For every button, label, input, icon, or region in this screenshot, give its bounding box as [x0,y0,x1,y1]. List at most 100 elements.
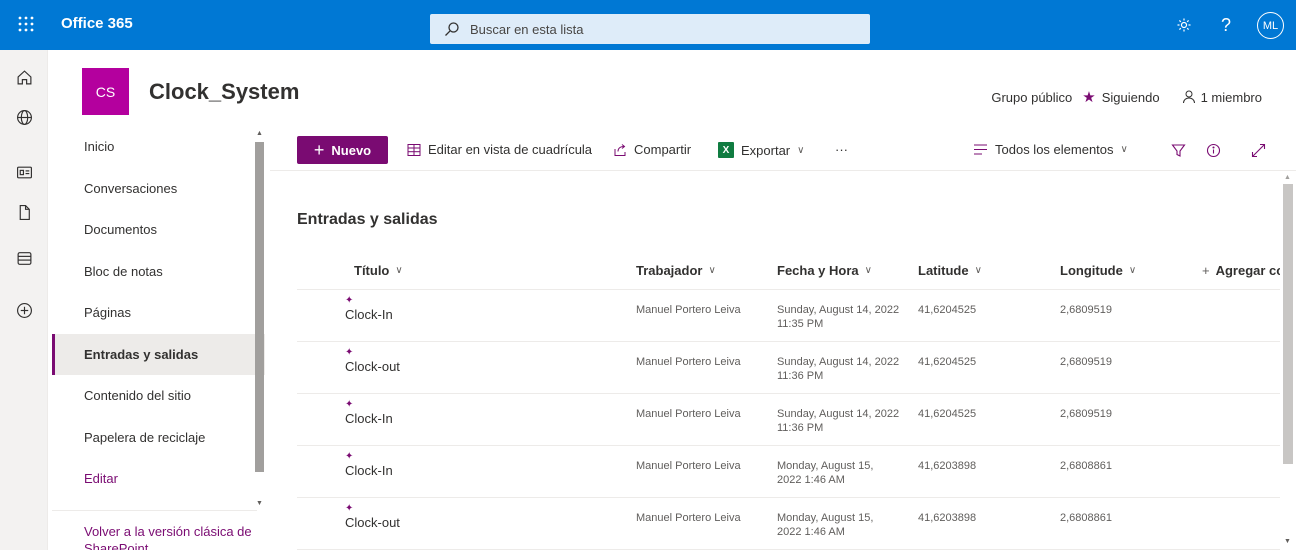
title-cell[interactable]: ✦ Clock-In [345,399,393,427]
chevron-down-icon: ∨ [797,144,805,156]
new-button[interactable]: + Nuevo [297,136,388,164]
column-label: Fecha y Hora [777,263,859,278]
avatar[interactable]: ML [1257,12,1284,39]
suite-title[interactable]: Office 365 [61,15,133,32]
table-row[interactable]: ✦ Clock-out Manuel Portero Leiva Sunday, … [297,342,1280,394]
more-label: ··· [835,142,848,157]
globe-icon[interactable] [12,105,36,129]
longitude-cell: 2,6808861 [1060,512,1112,524]
nav-edit-link[interactable]: Editar [52,458,265,500]
expand-icon[interactable] [1247,139,1269,161]
date-line: Sunday, August 14, 2022 [777,304,900,316]
worker-cell: Manuel Portero Leiva [636,408,741,420]
title-cell[interactable]: ✦ Clock-In [345,452,393,479]
worker-cell: Manuel Portero Leiva [636,460,741,472]
column-label: Longitude [1060,263,1123,278]
nav-item-inicio[interactable]: Inicio [52,126,265,168]
chevron-down-icon: ∨ [395,265,403,276]
date-line: Sunday, August 14, 2022 [777,408,900,420]
nav-item-bloc-de-notas[interactable]: Bloc de notas [52,251,265,293]
classic-experience-link[interactable]: Volver a la versión clásica de SharePoin… [52,510,257,550]
export-button[interactable]: X Exportar ∨ [718,142,804,158]
column-label: Latitude [918,263,969,278]
table-row[interactable]: ✦ Clock-In Manuel Portero Leiva Sunday, A… [297,394,1280,446]
column-header-longitude[interactable]: Longitude ∨ [1060,263,1136,278]
nav-item-documentos[interactable]: Documentos [52,209,265,251]
nav-item-conversaciones[interactable]: Conversaciones [52,168,265,210]
chevron-down-icon: ∨ [864,265,872,276]
more-button[interactable]: ··· [835,142,848,157]
new-item-icon: ✦ [345,399,354,410]
longitude-cell: 2,6809519 [1060,356,1112,368]
date-cell: Sunday, August 14, 2022 11:36 PM [777,407,899,435]
help-icon[interactable]: ? [1213,12,1239,38]
new-item-icon: ✦ [345,347,354,358]
column-label: Título [354,263,390,278]
share-icon [614,143,626,156]
nav-scroll-thumb[interactable] [255,142,264,472]
list-icon[interactable] [12,246,36,270]
follow-button[interactable]: ★ Siguiendo [1082,88,1159,106]
title-cell[interactable]: ✦ Clock-In [345,296,393,323]
column-header-latitude[interactable]: Latitude ∨ [918,263,982,278]
time-line: 11:36 PM [777,422,824,434]
nav-item-paginas[interactable]: Páginas [52,292,265,334]
scroll-up-icon[interactable]: ▲ [256,130,263,137]
search-input[interactable] [470,21,850,37]
latitude-cell: 41,6204525 [918,356,977,368]
table-row[interactable]: ✦ Clock-In Manuel Portero Leiva Monday, A… [297,446,1280,498]
column-header-fecha[interactable]: Fecha y Hora ∨ [777,263,872,278]
worker-cell: Manuel Portero Leiva [636,356,741,368]
chevron-down-icon: ∨ [1128,265,1137,276]
app-launcher-icon[interactable] [8,6,44,42]
title-cell[interactable]: ✦ Clock-out [345,504,400,531]
scroll-up-icon[interactable]: ▲ [1284,174,1291,181]
table-row[interactable]: ✦ Clock-In Manuel Portero Leiva Sunday, A… [297,290,1280,342]
document-icon[interactable] [12,200,36,224]
left-nav: Inicio Conversaciones Documentos Bloc de… [52,126,265,550]
gear-icon[interactable] [1171,12,1197,38]
follow-label: Siguiendo [1101,89,1160,105]
add-column-label: Agregar co [1215,263,1280,278]
grid-edit-button[interactable]: Editar en vista de cuadrícula [407,142,592,157]
filter-icon[interactable] [1167,139,1189,161]
column-header-trabajador[interactable]: Trabajador ∨ [636,263,716,278]
longitude-cell: 2,6809519 [1060,408,1112,420]
view-selector[interactable]: Todos los elementos ∨ [973,142,1128,157]
site-title[interactable]: Clock_System [149,79,299,105]
date-cell: Monday, August 15, 2022 1:46 AM [777,459,873,487]
help-label: ? [1220,14,1231,35]
time-line: 2022 1:46 AM [777,526,845,538]
date-cell: Monday, August 15, 2022 1:46 AM [777,511,873,539]
chevron-down-icon: ∨ [708,265,716,276]
grid-edit-label: Editar en vista de cuadrícula [428,142,593,157]
share-button[interactable]: Compartir [613,142,691,157]
time-line: 2022 1:46 AM [777,474,845,486]
info-icon[interactable] [1202,139,1224,161]
date-cell: Sunday, August 14, 2022 11:35 PM [777,303,899,331]
date-cell: Sunday, August 14, 2022 11:36 PM [777,355,899,383]
home-icon[interactable] [12,65,36,89]
nav-item-entradas-y-salidas[interactable]: Entradas y salidas [52,333,265,375]
command-bar: + Nuevo Editar en vista de cuadrícula Co… [270,129,1296,171]
list-scroll-thumb[interactable] [1283,184,1293,464]
title-cell[interactable]: ✦ Clock-out [345,347,400,375]
news-icon[interactable] [12,160,36,184]
scroll-down-icon[interactable]: ▼ [1284,538,1291,545]
table-row[interactable]: ✦ Clock-out Manuel Portero Leiva Monday, … [297,498,1280,550]
nav-scrollbar[interactable]: ▲ ▼ [253,128,265,520]
nav-item-papelera[interactable]: Papelera de reciclaje [52,417,265,459]
search-box[interactable] [430,14,870,44]
title-text: Clock-In [345,411,393,426]
latitude-cell: 41,6203898 [918,460,977,472]
nav-item-contenido-del-sitio[interactable]: Contenido del sitio [52,375,265,417]
date-line: Monday, August 15, [777,460,874,472]
add-column-button[interactable]: + Agregar co [1202,263,1280,278]
column-header-titulo[interactable]: Título ∨ [354,263,403,278]
site-logo[interactable]: CS [82,68,129,115]
create-icon[interactable] [12,298,36,322]
scroll-down-icon[interactable]: ▼ [256,500,263,507]
time-line: 11:35 PM [777,318,824,330]
members-button[interactable]: 1 miembro [1182,90,1262,105]
list-scrollbar[interactable]: ▲ ▼ [1280,172,1296,550]
